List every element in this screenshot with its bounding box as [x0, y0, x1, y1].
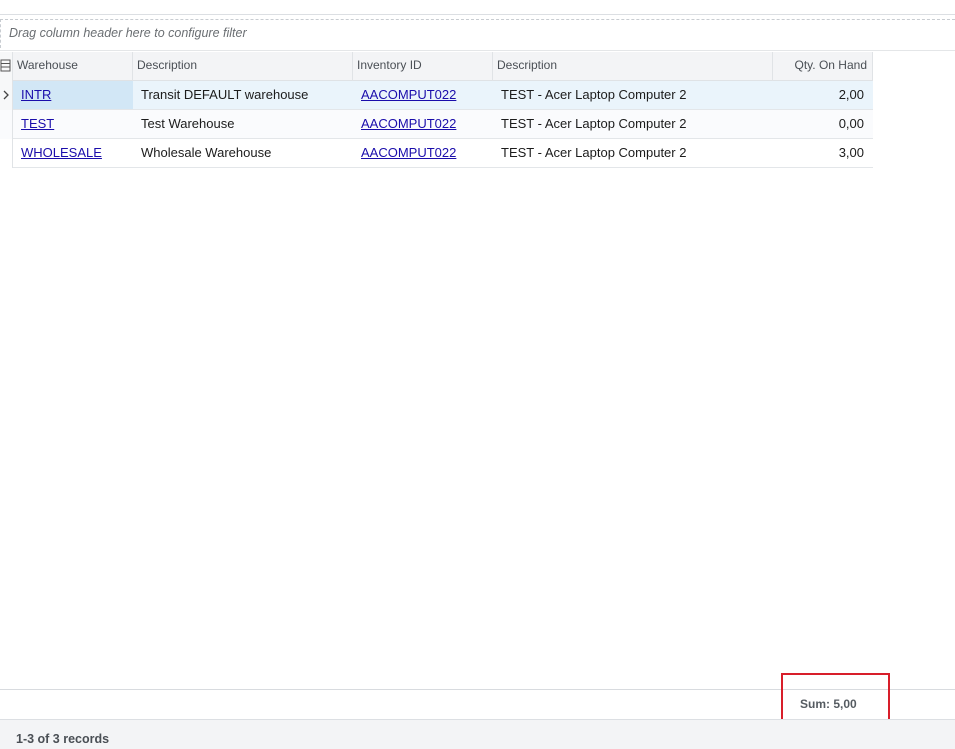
chevron-right-icon: [3, 90, 9, 100]
item-description-cell: TEST - Acer Laptop Computer 2: [501, 145, 687, 160]
inventory-id-link[interactable]: AACOMPUT022: [361, 145, 456, 160]
column-header-qty-on-hand[interactable]: Qty. On Hand: [773, 52, 873, 81]
row-indicator[interactable]: [0, 81, 13, 110]
data-grid: Warehouse Description Inventory ID Descr…: [0, 52, 873, 168]
record-count: 1-3 of 3 records: [16, 732, 110, 746]
column-config-button[interactable]: [0, 52, 13, 81]
column-header-inventory-id[interactable]: Inventory ID: [353, 52, 493, 81]
description-cell: Test Warehouse: [141, 116, 235, 131]
item-description-cell: TEST - Acer Laptop Computer 2: [501, 116, 687, 131]
table-row[interactable]: TEST Test Warehouse AACOMPUT022 TEST - A…: [0, 110, 873, 139]
group-by-hint: Drag column header here to configure fil…: [9, 26, 247, 40]
inventory-id-link[interactable]: AACOMPUT022: [361, 116, 456, 131]
column-header-warehouse[interactable]: Warehouse: [13, 52, 133, 81]
warehouse-link[interactable]: WHOLESALE: [21, 145, 102, 160]
warehouse-cell: WHOLESALE: [13, 139, 133, 167]
warehouse-cell: TEST: [13, 110, 133, 138]
warehouse-link[interactable]: TEST: [21, 116, 54, 131]
column-header-item-description[interactable]: Description: [493, 52, 773, 81]
table-row[interactable]: INTR Transit DEFAULT warehouse AACOMPUT0…: [0, 81, 873, 110]
qty-on-hand-cell: 3,00: [838, 145, 864, 160]
qty-on-hand-cell: 2,00: [838, 87, 864, 102]
table-row[interactable]: WHOLESALE Wholesale Warehouse AACOMPUT02…: [0, 139, 873, 168]
group-bar-divider: [0, 50, 955, 51]
grid-header-row: Warehouse Description Inventory ID Descr…: [0, 52, 873, 81]
warehouse-link[interactable]: INTR: [21, 87, 51, 102]
description-cell: Wholesale Warehouse: [141, 145, 272, 160]
description-cell: Transit DEFAULT warehouse: [141, 87, 309, 102]
inventory-id-cell: AACOMPUT022: [353, 110, 493, 138]
inventory-id-cell: AACOMPUT022: [353, 81, 493, 109]
column-config-icon: [0, 59, 11, 72]
top-divider: [0, 14, 955, 15]
row-indicator[interactable]: [0, 110, 13, 139]
warehouse-cell: INTR: [13, 81, 133, 109]
status-bar: 1-3 of 3 records: [0, 719, 955, 749]
inventory-id-link[interactable]: AACOMPUT022: [361, 87, 456, 102]
row-indicator[interactable]: [0, 139, 13, 168]
item-description-cell: TEST - Acer Laptop Computer 2: [501, 87, 687, 102]
qty-on-hand-cell: 0,00: [838, 116, 864, 131]
group-by-drop-area[interactable]: Drag column header here to configure fil…: [0, 19, 955, 48]
inventory-id-cell: AACOMPUT022: [353, 139, 493, 167]
column-header-description[interactable]: Description: [133, 52, 353, 81]
